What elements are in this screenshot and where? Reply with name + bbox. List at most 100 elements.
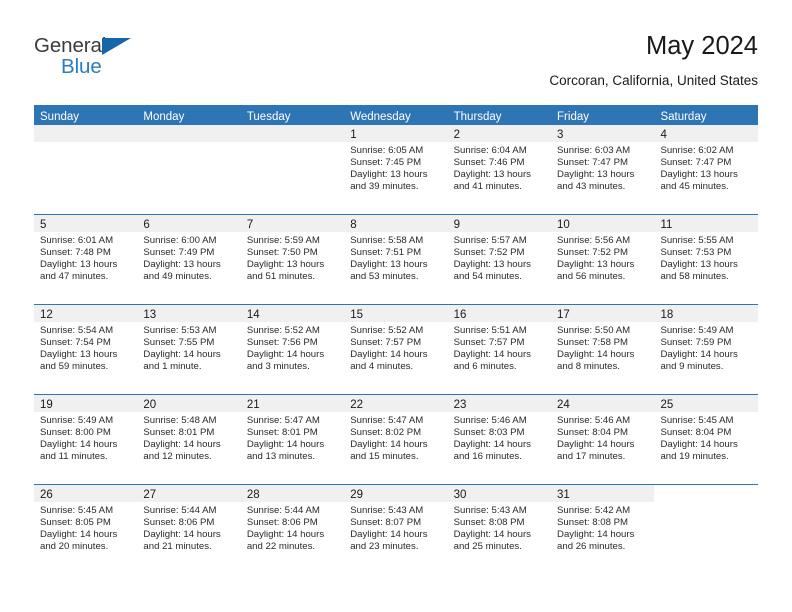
calendar-grid: Sunday Monday Tuesday Wednesday Thursday Frid… xyxy=(34,105,758,574)
day-cell-8[interactable]: 8 Sunrise: 5:58 AM Sunset: 7:51 PM Daylight… xyxy=(344,215,448,304)
day-cell-3[interactable]: 3 Sunrise: 6:03 AM Sunset: 7:47 PM Daylight… xyxy=(551,125,655,214)
title-block: May 2024 Corcoran, California, United St… xyxy=(549,30,758,91)
calendar-week-row: 1 Sunrise: 6:05 AM Sunset: 7:45 PM Daylight… xyxy=(34,125,758,214)
day-cell-19[interactable]: 19 Sunrise: 5:49 AM Sunset: 8:00 PM Dayligh… xyxy=(34,395,138,484)
day-detail-daylight-1: Daylight: 13 hours xyxy=(246,259,325,271)
day-cell-14[interactable]: 14 Sunrise: 5:52 AM Sunset: 7:56 PM Dayligh… xyxy=(240,305,345,394)
calendar-weeks: 1 Sunrise: 6:05 AM Sunset: 7:45 PM Daylight… xyxy=(34,125,758,574)
day-detail: Sunrise: 6:04 AM Sunset: 7:46 PM Daylight:… xyxy=(448,142,551,193)
day-cell-22[interactable]: 22 Sunrise: 5:47 AM Sunset: 8:02 PM Dayligh… xyxy=(344,395,448,484)
day-number-band xyxy=(654,485,758,502)
day-number: 9 xyxy=(453,219,461,231)
day-cell-29[interactable]: 29 Sunrise: 5:43 AM Sunset: 8:07 PM Dayligh… xyxy=(344,485,448,574)
day-number: 28 xyxy=(246,489,260,501)
day-cell-2[interactable]: 2 Sunrise: 6:04 AM Sunset: 7:46 PM Daylight… xyxy=(447,125,552,214)
day-number-band: 7 xyxy=(240,215,345,232)
day-detail: Sunrise: 5:44 AM Sunset: 8:06 PM Daylight:… xyxy=(241,502,344,553)
day-detail-sunset: Sunset: 7:57 PM xyxy=(350,337,422,349)
day-cell-28[interactable]: 28 Sunrise: 5:44 AM Sunset: 8:06 PM Dayligh… xyxy=(240,485,345,574)
day-number: 20 xyxy=(143,399,157,411)
day-cell-16[interactable]: 16 Sunrise: 5:51 AM Sunset: 7:57 PM Dayligh… xyxy=(447,305,552,394)
day-detail: Sunrise: 5:47 AM Sunset: 8:01 PM Daylight:… xyxy=(241,412,344,463)
day-detail-daylight-2: and 49 minutes. xyxy=(143,271,212,283)
day-cell-6[interactable]: 6 Sunrise: 6:00 AM Sunset: 7:49 PM Daylight… xyxy=(137,215,241,304)
day-cell-25[interactable]: 25 Sunrise: 5:45 AM Sunset: 8:04 PM Dayligh… xyxy=(654,395,758,484)
day-detail-sunrise: Sunrise: 5:47 AM xyxy=(246,415,320,426)
day-detail: Sunrise: 6:05 AM Sunset: 7:45 PM Daylight:… xyxy=(344,142,447,193)
day-cell-17[interactable]: 17 Sunrise: 5:50 AM Sunset: 7:58 PM Dayligh… xyxy=(551,305,655,394)
day-detail-sunset: Sunset: 7:50 PM xyxy=(246,247,318,259)
day-detail-daylight-1: Daylight: 13 hours xyxy=(350,169,428,181)
day-detail: Sunrise: 5:43 AM Sunset: 8:08 PM Daylight:… xyxy=(448,502,551,553)
day-detail: Sunrise: 5:53 AM Sunset: 7:55 PM Daylight:… xyxy=(137,322,240,373)
day-detail-daylight-2: and 6 minutes. xyxy=(453,361,517,373)
day-number-band: 1 xyxy=(344,125,448,142)
day-detail: Sunrise: 5:52 AM Sunset: 7:57 PM Daylight:… xyxy=(344,322,447,373)
day-detail-sunrise: Sunrise: 6:05 AM xyxy=(350,145,424,156)
brand-logo[interactable]: General Blue xyxy=(34,35,234,87)
day-detail-daylight-1: Daylight: 14 hours xyxy=(40,439,118,451)
day-detail-sunset: Sunset: 7:47 PM xyxy=(660,157,732,169)
day-cell-26[interactable]: 26 Sunrise: 5:45 AM Sunset: 8:05 PM Dayligh… xyxy=(34,485,138,574)
day-detail-sunset: Sunset: 8:04 PM xyxy=(660,427,732,439)
day-cell-21[interactable]: 21 Sunrise: 5:47 AM Sunset: 8:01 PM Dayligh… xyxy=(240,395,345,484)
day-cell-30[interactable]: 30 Sunrise: 5:43 AM Sunset: 8:08 PM Dayligh… xyxy=(447,485,552,574)
day-detail-sunrise: Sunrise: 6:00 AM xyxy=(143,235,217,246)
day-cell-10[interactable]: 10 Sunrise: 5:56 AM Sunset: 7:52 PM Dayligh… xyxy=(551,215,655,304)
day-detail-sunrise: Sunrise: 5:49 AM xyxy=(40,415,114,426)
day-cell-7[interactable]: 7 Sunrise: 5:59 AM Sunset: 7:50 PM Daylight… xyxy=(240,215,345,304)
day-detail-daylight-2: and 54 minutes. xyxy=(453,271,522,283)
day-cell-4[interactable]: 4 Sunrise: 6:02 AM Sunset: 7:47 PM Daylight… xyxy=(654,125,758,214)
day-cell-18[interactable]: 18 Sunrise: 5:49 AM Sunset: 7:59 PM Dayligh… xyxy=(654,305,758,394)
day-detail: Sunrise: 5:51 AM Sunset: 7:57 PM Daylight:… xyxy=(448,322,551,373)
day-detail-daylight-2: and 25 minutes. xyxy=(453,541,522,553)
day-detail-daylight-1: Daylight: 14 hours xyxy=(350,349,428,361)
day-detail-daylight-1: Daylight: 14 hours xyxy=(453,439,531,451)
day-detail-daylight-2: and 22 minutes. xyxy=(246,541,316,553)
day-cell-23[interactable]: 23 Sunrise: 5:46 AM Sunset: 8:03 PM Dayligh… xyxy=(447,395,552,484)
day-detail-daylight-1: Daylight: 13 hours xyxy=(453,169,531,181)
day-detail-daylight-2: and 51 minutes. xyxy=(246,271,316,283)
day-detail: Sunrise: 5:58 AM Sunset: 7:51 PM Daylight:… xyxy=(344,232,447,283)
day-number-band: 4 xyxy=(654,125,758,142)
day-cell-5[interactable]: 5 Sunrise: 6:01 AM Sunset: 7:48 PM Daylight… xyxy=(34,215,138,304)
day-cell-15[interactable]: 15 Sunrise: 5:52 AM Sunset: 7:57 PM Dayligh… xyxy=(344,305,448,394)
day-cell-9[interactable]: 9 Sunrise: 5:57 AM Sunset: 7:52 PM Daylight… xyxy=(447,215,552,304)
day-number: 19 xyxy=(40,399,53,411)
day-detail-daylight-2: and 11 minutes. xyxy=(40,451,108,463)
day-number-band: 13 xyxy=(137,305,241,322)
day-detail-daylight-1: Daylight: 14 hours xyxy=(143,439,221,451)
calendar-week-row: 5 Sunrise: 6:01 AM Sunset: 7:48 PM Daylight… xyxy=(34,214,758,304)
day-cell-1[interactable]: 1 Sunrise: 6:05 AM Sunset: 7:45 PM Daylight… xyxy=(344,125,448,214)
day-cell-12[interactable]: 12 Sunrise: 5:54 AM Sunset: 7:54 PM Dayligh… xyxy=(34,305,138,394)
day-detail-sunset: Sunset: 7:47 PM xyxy=(557,157,628,169)
weekday-header-saturday: Saturday xyxy=(660,111,707,123)
day-number-band: 28 xyxy=(240,485,345,502)
day-number-band: 23 xyxy=(447,395,552,412)
day-number: 11 xyxy=(660,219,673,231)
day-cell-31[interactable]: 31 Sunrise: 5:42 AM Sunset: 8:08 PM Dayligh… xyxy=(551,485,655,574)
day-detail-daylight-2: and 43 minutes. xyxy=(557,181,626,193)
day-detail-daylight-2: and 19 minutes. xyxy=(660,451,729,463)
day-detail: Sunrise: 5:54 AM Sunset: 7:54 PM Daylight:… xyxy=(34,322,137,373)
day-detail-daylight-1: Daylight: 13 hours xyxy=(143,259,221,271)
day-detail-daylight-1: Daylight: 14 hours xyxy=(557,529,635,541)
day-detail-sunset: Sunset: 8:03 PM xyxy=(453,427,525,439)
day-cell-24[interactable]: 24 Sunrise: 5:46 AM Sunset: 8:04 PM Dayligh… xyxy=(551,395,655,484)
day-number: 3 xyxy=(557,129,564,141)
day-detail-sunrise: Sunrise: 5:43 AM xyxy=(453,505,527,516)
day-cell-11[interactable]: 11 Sunrise: 5:55 AM Sunset: 7:53 PM Dayligh… xyxy=(654,215,758,304)
day-detail-sunrise: Sunrise: 5:57 AM xyxy=(453,235,527,246)
day-detail-sunrise: Sunrise: 5:43 AM xyxy=(350,505,424,516)
day-number: 24 xyxy=(557,399,570,411)
day-number-band: 19 xyxy=(34,395,138,412)
day-number: 6 xyxy=(143,219,150,231)
day-cell-20[interactable]: 20 Sunrise: 5:48 AM Sunset: 8:01 PM Dayligh… xyxy=(137,395,241,484)
day-cell-27[interactable]: 27 Sunrise: 5:44 AM Sunset: 8:06 PM Dayligh… xyxy=(137,485,241,574)
weekday-header-sunday: Sunday xyxy=(40,111,80,123)
day-number-band: 9 xyxy=(447,215,552,232)
day-detail-sunrise: Sunrise: 5:45 AM xyxy=(40,505,114,516)
day-cell-13[interactable]: 13 Sunrise: 5:53 AM Sunset: 7:55 PM Dayligh… xyxy=(137,305,241,394)
day-detail-sunset: Sunset: 8:06 PM xyxy=(143,517,215,529)
day-number-band: 18 xyxy=(654,305,758,322)
